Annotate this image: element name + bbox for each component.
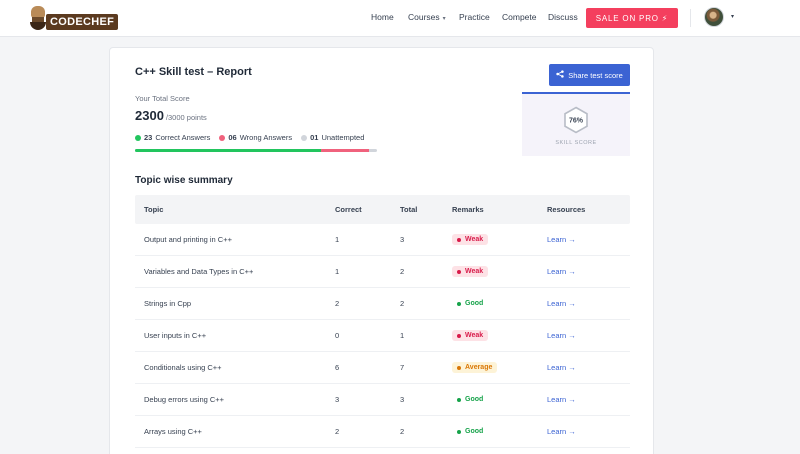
topic-total: 1 <box>400 331 405 340</box>
remark-dot-icon <box>457 269 461 274</box>
table-row: Variables and Data Types in C++ 1 2 Weak Lea… <box>135 256 630 288</box>
topic-total: 3 <box>400 235 405 244</box>
table-row: User inputs in C++ 0 1 Weak Learn → <box>135 320 630 352</box>
table-header: Topic Correct Total Remarks Resources <box>135 195 630 224</box>
remark-badge: Weak <box>452 234 489 245</box>
table-row: Strings in Cpp 2 2 Good Learn → <box>135 288 630 320</box>
header-total: Total <box>400 205 418 214</box>
topic-name: User inputs in C++ <box>144 331 207 340</box>
sale-on-pro-button[interactable]: SALE ON PRO ⚡ <box>586 8 678 28</box>
remark-dot-icon <box>457 365 461 370</box>
logo-text: CODECHEF <box>46 14 119 30</box>
skill-score-value: 76% <box>569 118 584 125</box>
share-icon <box>556 70 564 80</box>
table-row: Arrays using C++ 2 2 Good Learn → <box>135 416 630 448</box>
topic-total: 7 <box>400 363 405 372</box>
progress-correct <box>135 149 321 152</box>
nav-courses-link[interactable]: Courses ▾ <box>408 12 446 22</box>
progress-wrong <box>320 149 369 152</box>
learn-link[interactable]: Learn → <box>547 331 576 340</box>
header-topic: Topic <box>144 205 164 214</box>
wrong-dot-icon <box>219 134 226 141</box>
answer-legend: 23 Correct Answers 06 Wrong Answers 01 Unat… <box>135 133 364 142</box>
topic-total: 2 <box>400 299 405 308</box>
remark-badge: Good <box>452 394 488 405</box>
remark-dot-icon <box>457 301 461 306</box>
topic-name: Debug errors using C++ <box>144 395 225 404</box>
topic-summary-table: Topic Correct Total Remarks Resources Ou… <box>135 195 630 448</box>
legend-wrong: 06 Wrong Answers <box>219 133 292 142</box>
table-row: Debug errors using C++ 3 3 Good Learn → <box>135 384 630 416</box>
topic-name: Strings in Cpp <box>144 299 192 308</box>
topic-total: 2 <box>400 267 405 276</box>
nav-divider <box>690 9 691 27</box>
topic-correct: 0 <box>335 331 340 340</box>
topic-correct: 2 <box>335 427 340 436</box>
topic-total: 2 <box>400 427 405 436</box>
total-score-label: Your Total Score <box>135 94 190 103</box>
share-test-score-button[interactable]: Share test score <box>549 64 630 86</box>
table-body: Output and printing in C++ 1 3 Weak Learn → V… <box>135 224 630 448</box>
correct-dot-icon <box>135 134 141 141</box>
remark-dot-icon <box>457 429 461 434</box>
learn-link[interactable]: Learn → <box>547 299 576 308</box>
remark-dot-icon <box>457 237 461 242</box>
skill-score-hexagon-icon: 76% <box>564 106 588 134</box>
topic-name: Output and printing in C++ <box>144 235 232 244</box>
topic-name: Arrays using C++ <box>144 427 202 436</box>
nav-compete-link[interactable]: Compete <box>502 12 537 22</box>
topic-correct: 2 <box>335 299 340 308</box>
header-remarks: Remarks <box>452 205 484 214</box>
learn-link[interactable]: Learn → <box>547 427 576 436</box>
header-correct: Correct <box>335 205 362 214</box>
learn-link[interactable]: Learn → <box>547 235 576 244</box>
user-avatar[interactable] <box>704 7 724 27</box>
topic-name: Variables and Data Types in C++ <box>144 267 254 276</box>
topic-correct: 1 <box>335 235 340 244</box>
chef-hat-icon <box>28 5 48 31</box>
remark-badge: Weak <box>452 330 489 341</box>
remark-badge: Good <box>452 426 488 437</box>
topic-summary-title: Topic wise summary <box>135 175 233 186</box>
chevron-down-icon: ▾ <box>442 16 446 22</box>
page-title: C++ Skill test – Report <box>135 66 252 78</box>
topic-correct: 1 <box>335 267 340 276</box>
learn-link[interactable]: Learn → <box>547 395 576 404</box>
nav-practice-link[interactable]: Practice <box>459 12 490 22</box>
topic-name: Conditionals using C++ <box>144 363 222 372</box>
nav-discuss-link[interactable]: Discuss <box>548 12 578 22</box>
learn-link[interactable]: Learn → <box>547 267 576 276</box>
table-row: Output and printing in C++ 1 3 Weak Learn → <box>135 224 630 256</box>
share-button-label: Share test score <box>568 70 623 80</box>
legend-unattempted: 01 Unattempted <box>301 133 364 142</box>
score-max: /3000 points <box>165 113 207 122</box>
nav-home-link[interactable]: Home <box>371 12 394 22</box>
topic-correct: 6 <box>335 363 340 372</box>
remark-badge: Good <box>452 298 488 309</box>
remark-badge: Weak <box>452 266 489 277</box>
chevron-down-icon[interactable]: ▾ <box>731 13 734 20</box>
legend-correct: 23 Correct Answers <box>135 133 210 142</box>
score-value: 2300 <box>135 108 164 123</box>
report-card: C++ Skill test – Report Share test score… <box>109 47 654 454</box>
top-navbar: CODECHEF Home Courses ▾ Practice Compete … <box>0 0 800 37</box>
learn-link[interactable]: Learn → <box>547 363 576 372</box>
unattempted-dot-icon <box>301 134 308 141</box>
score-progress-bar <box>135 149 377 152</box>
skill-score-panel: 76% SKILL SCORE <box>522 92 630 156</box>
remark-dot-icon <box>457 333 461 338</box>
topic-total: 3 <box>400 395 405 404</box>
skill-score-label: SKILL SCORE <box>555 140 597 146</box>
codechef-logo[interactable]: CODECHEF <box>28 4 119 32</box>
header-resources: Resources <box>547 205 586 214</box>
remark-badge: Average <box>452 362 498 373</box>
total-score: 2300/3000 points <box>135 108 207 123</box>
table-row: Conditionals using C++ 6 7 Average Learn → <box>135 352 630 384</box>
remark-dot-icon <box>457 397 461 402</box>
topic-correct: 3 <box>335 395 340 404</box>
